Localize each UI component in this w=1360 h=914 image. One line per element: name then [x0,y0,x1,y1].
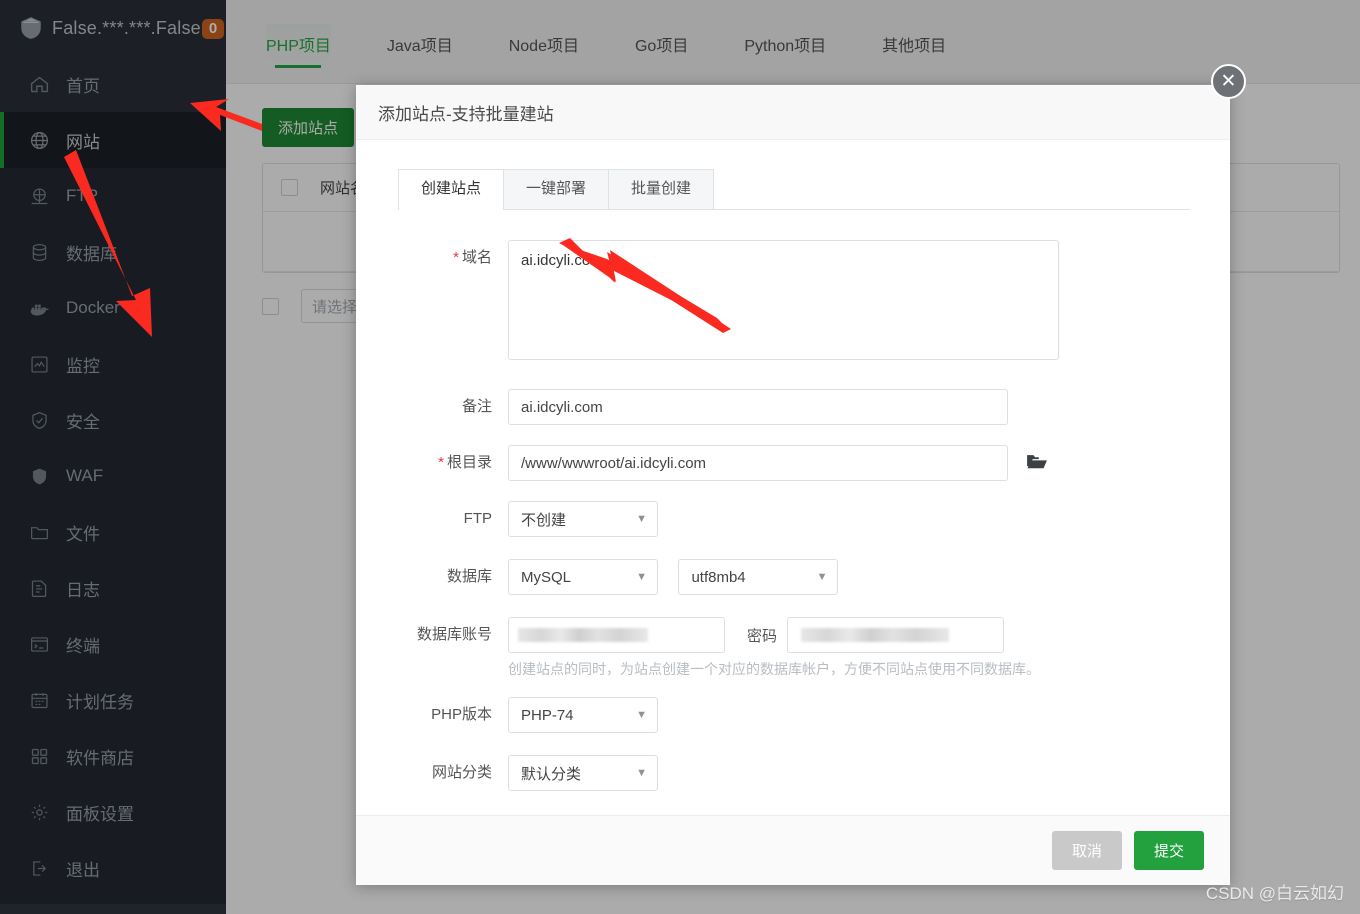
dialog-tab-batch-create[interactable]: 批量创建 [608,169,715,209]
label-remark: 备注 [398,389,508,425]
label-text: 域名 [461,249,492,266]
label-root-dir: * 根目录 [398,445,508,481]
label-php-version: PHP版本 [398,697,508,733]
control-ftp: 不创建 ▼ [508,501,1190,537]
label-ftp: FTP [398,501,508,537]
label-text: 数据库账号 [416,626,492,643]
required-marker: * [438,454,444,471]
database-type-value: MySQL [521,568,572,586]
database-type-select[interactable]: MySQL ▼ [508,559,658,595]
submit-button[interactable]: 提交 [1133,831,1204,870]
site-category-select[interactable]: 默认分类 ▼ [508,755,658,791]
label-site-category: 网站分类 [398,755,508,791]
label-db-password: 密码 [747,627,778,645]
label-text: FTP [463,510,492,527]
database-charset-select[interactable]: utf8mb4 ▼ [678,559,839,595]
chevron-down-icon: ▼ [816,570,828,583]
control-root-dir [508,445,1190,481]
watermark: CSDN @白云如幻 [1205,884,1344,903]
label-text: 数据库 [446,568,492,585]
control-php-version: PHP-74 ▼ [508,697,1190,733]
dialog-tab-label: 一键部署 [526,180,587,197]
dialog-body: 创建站点 一键部署 批量创建 *域名 ai.idcyli.com 备注 *根目录 [356,140,1230,815]
label-text: 备注 [461,398,492,415]
label-db-user: 数据库账号 [398,617,508,653]
ftp-select[interactable]: 不创建 ▼ [508,501,658,537]
domain-textarea[interactable]: ai.idcyli.com [508,240,1059,360]
root-dir-input[interactable] [508,445,1008,481]
remark-input[interactable] [508,389,1008,425]
field-row-site-category: 网站分类 默认分类 ▼ [398,755,1190,791]
control-remark [508,389,1190,425]
folder-open-icon[interactable] [1026,454,1048,475]
chevron-down-icon: ▼ [636,512,647,525]
field-row-domain: * 域名 ai.idcyli.com [398,240,1190,365]
dialog-header: 添加站点-支持批量建站 [356,85,1230,140]
field-row-database: 数据库 MySQL ▼ utf8mb4 ▼ [398,559,1190,595]
chevron-down-icon: ▼ [636,708,647,721]
cancel-button[interactable]: 取消 [1051,831,1122,870]
control-database: MySQL ▼ utf8mb4 ▼ [508,559,1190,595]
dialog-footer: 取消 提交 [356,815,1230,885]
label-domain: * 域名 [398,240,508,276]
redaction-overlay [801,628,950,642]
dialog-tabs: 创建站点 一键部署 批量创建 [398,169,1190,210]
dialog-tab-create-site[interactable]: 创建站点 [398,169,505,210]
close-icon[interactable]: ✕ [1211,64,1246,99]
field-row-php-version: PHP版本 PHP-74 ▼ [398,697,1190,733]
dialog-title: 添加站点-支持批量建站 [378,104,554,124]
label-text: 网站分类 [431,764,492,781]
dialog-tab-one-click-deploy[interactable]: 一键部署 [503,169,610,209]
db-hint-text: 创建站点的同时，为站点创建一个对应的数据库帐户，方便不同站点使用不同数据库。 [508,661,1040,677]
control-site-category: 默认分类 ▼ [508,755,1190,791]
php-version-value: PHP-74 [521,706,574,724]
label-database: 数据库 [398,559,508,595]
site-category-value: 默认分类 [521,765,582,783]
required-marker: * [453,249,459,266]
database-charset-value: utf8mb4 [691,568,746,586]
field-row-remark: 备注 [398,389,1190,425]
ftp-select-value: 不创建 [521,511,567,529]
redaction-overlay [518,628,648,642]
label-text: 根目录 [446,454,492,471]
chevron-down-icon: ▼ [636,766,647,779]
label-text: PHP版本 [431,706,492,723]
php-version-select[interactable]: PHP-74 ▼ [508,697,658,733]
field-row-root-dir: * 根目录 [398,445,1190,481]
field-row-ftp: FTP 不创建 ▼ [398,501,1190,537]
field-row-db-credentials: 数据库账号 密码 创建站点的同时，为站点创建一个对应的数据库帐户，方便不同站点使… [398,617,1190,679]
control-domain: ai.idcyli.com [508,240,1190,365]
chevron-down-icon: ▼ [636,570,647,583]
add-site-dialog: 添加站点-支持批量建站 创建站点 一键部署 批量创建 * 域名 ai.idcyli… [356,85,1230,885]
dialog-tab-label: 批量创建 [631,180,692,197]
dialog-tab-label: 创建站点 [421,180,482,197]
control-db-credentials: 密码 创建站点的同时，为站点创建一个对应的数据库帐户，方便不同站点使用不同数据库… [508,617,1190,679]
